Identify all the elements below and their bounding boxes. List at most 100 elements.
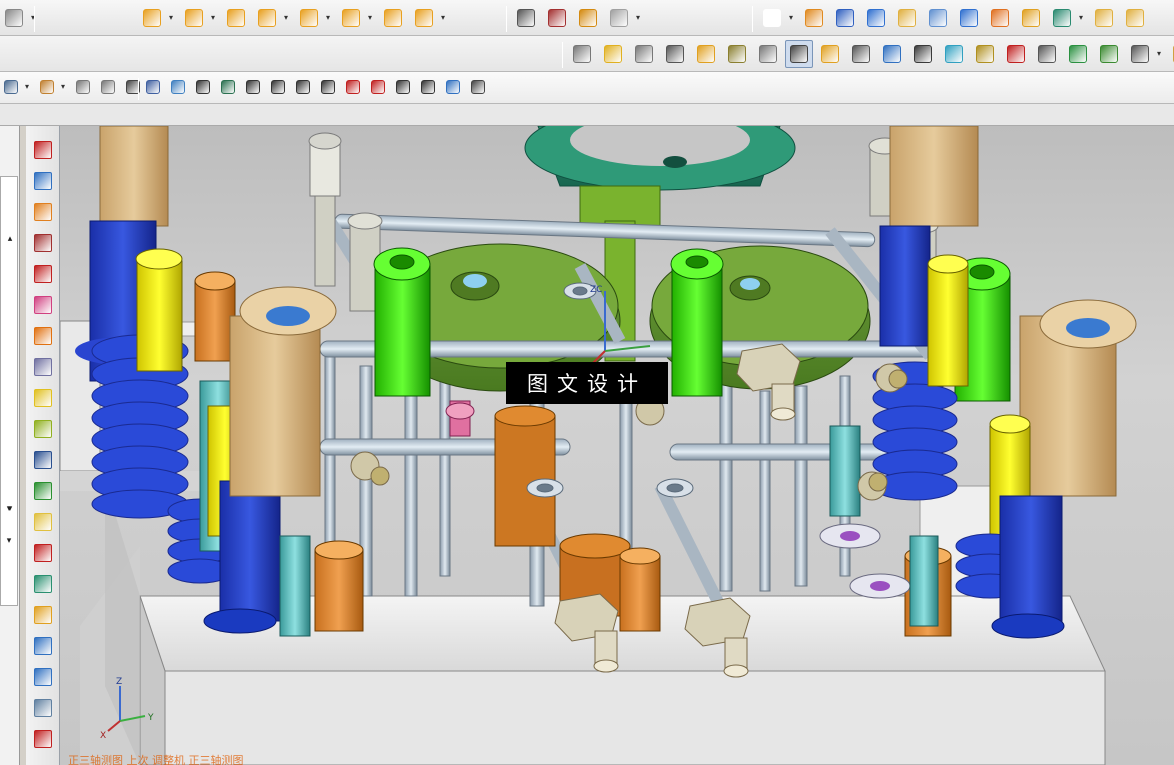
browser-button[interactable] — [31, 696, 55, 720]
plus-button[interactable] — [392, 76, 414, 98]
swap-button[interactable] — [31, 665, 55, 689]
revolve-button[interactable] — [831, 4, 859, 32]
surface-button[interactable] — [31, 293, 55, 317]
tools-button[interactable] — [785, 40, 813, 68]
chevron-down-icon[interactable]: ▾ — [326, 14, 334, 22]
select-mode-button[interactable] — [36, 76, 58, 98]
chevron-down-icon[interactable]: ▾ — [2, 534, 16, 548]
assembly-add-button[interactable] — [138, 4, 166, 32]
frame-button[interactable] — [1033, 40, 1061, 68]
assembly-x-button[interactable] — [222, 4, 250, 32]
crosshair-button[interactable] — [31, 727, 55, 751]
parts-button[interactable] — [31, 634, 55, 658]
curve-button[interactable] — [31, 417, 55, 441]
assembly-check-button[interactable] — [410, 4, 438, 32]
blend-button[interactable] — [924, 4, 952, 32]
grid-frame-button[interactable] — [630, 40, 658, 68]
intersect-button[interactable] — [317, 76, 339, 98]
pointer-button[interactable] — [97, 76, 119, 98]
assembly-move-button[interactable] — [337, 4, 365, 32]
arc-tool-button[interactable] — [292, 76, 314, 98]
chevron-down-icon[interactable]: ▾ — [61, 83, 69, 91]
chevron-down-icon[interactable]: ▾ — [31, 14, 39, 22]
mold-assembly-model[interactable]: ZC Z Y X — [60, 126, 1174, 765]
box-select-button[interactable] — [122, 76, 144, 98]
point-button[interactable] — [1048, 4, 1076, 32]
chevron-down-icon[interactable]: ▾ — [1079, 14, 1087, 22]
align-button[interactable] — [31, 200, 55, 224]
assembly-copy-button[interactable] — [253, 4, 281, 32]
mold-slot-button[interactable] — [754, 40, 782, 68]
point-set-button[interactable] — [574, 4, 602, 32]
cube-outline-button[interactable] — [692, 40, 720, 68]
selection-arrow-button[interactable] — [72, 76, 94, 98]
datum-button[interactable] — [1017, 4, 1045, 32]
line-tool-button[interactable] — [242, 76, 264, 98]
table-button[interactable] — [543, 4, 571, 32]
filter-button[interactable] — [0, 76, 22, 98]
axes-button[interactable] — [661, 40, 689, 68]
chevron-down-icon[interactable]: ▾ — [25, 83, 33, 91]
view-solid-button[interactable] — [142, 76, 164, 98]
pin-button[interactable] — [1126, 40, 1154, 68]
cavity-button[interactable] — [1064, 40, 1092, 68]
chevron-down-icon[interactable]: ▾ — [169, 14, 177, 22]
sketch-arrow-button[interactable] — [0, 4, 28, 32]
stack-button[interactable] — [816, 40, 844, 68]
slider-button[interactable] — [909, 40, 937, 68]
extrude-button[interactable] — [800, 4, 828, 32]
electrode-button[interactable] — [1002, 40, 1030, 68]
chevron-down-icon[interactable]: ▾ — [441, 14, 449, 22]
chevron-down-icon[interactable]: ▾ — [2, 502, 16, 516]
tag-button[interactable] — [442, 76, 464, 98]
cube-red-button[interactable] — [31, 138, 55, 162]
snap-end-button[interactable] — [192, 76, 214, 98]
assembly-move-side-button[interactable] — [31, 169, 55, 193]
chevron-down-icon[interactable]: ▾ — [789, 14, 797, 22]
cooling-button[interactable] — [940, 40, 968, 68]
grid-button[interactable] — [467, 76, 489, 98]
wedge-button[interactable] — [1090, 4, 1118, 32]
paint-button[interactable] — [599, 40, 627, 68]
gear-group-button[interactable] — [605, 4, 633, 32]
cube-solid-button[interactable] — [31, 262, 55, 286]
cube-yellow-button[interactable] — [31, 510, 55, 534]
hole-button[interactable] — [955, 4, 983, 32]
measure-button[interactable] — [31, 448, 55, 472]
diagonal-button[interactable] — [417, 76, 439, 98]
assembly-mirror-button[interactable] — [295, 4, 323, 32]
assembly-pattern-button[interactable] — [379, 4, 407, 32]
edge-button[interactable] — [1121, 4, 1149, 32]
chevron-down-icon[interactable]: ▾ — [636, 14, 644, 22]
check-box-button[interactable] — [31, 479, 55, 503]
chevron-down-icon[interactable]: ▾ — [284, 14, 292, 22]
bom-button[interactable] — [1095, 40, 1123, 68]
layer-button[interactable] — [31, 355, 55, 379]
snap-mid-button[interactable] — [217, 76, 239, 98]
chevron-up-icon[interactable]: ▴ — [3, 232, 17, 246]
section-button[interactable] — [723, 40, 751, 68]
insert-button[interactable] — [971, 40, 999, 68]
pen-button[interactable] — [1168, 40, 1174, 68]
circle-button[interactable] — [367, 76, 389, 98]
chevron-down-icon[interactable]: ▾ — [1157, 50, 1165, 58]
block-button[interactable] — [862, 4, 890, 32]
layers-button[interactable] — [31, 386, 55, 410]
rectangle-button[interactable] — [758, 4, 786, 32]
triangle-button[interactable] — [512, 4, 540, 32]
box-red-button[interactable] — [31, 231, 55, 255]
ejector-button[interactable] — [878, 40, 906, 68]
cut-button[interactable] — [31, 541, 55, 565]
chevron-down-icon[interactable]: ▾ — [211, 14, 219, 22]
view-shade-button[interactable] — [167, 76, 189, 98]
wedge-side-button[interactable] — [31, 603, 55, 627]
boolean-button[interactable] — [893, 4, 921, 32]
list-button[interactable] — [847, 40, 875, 68]
assembly-tri-button[interactable] — [180, 4, 208, 32]
center-button[interactable] — [342, 76, 364, 98]
draft-button[interactable] — [31, 572, 55, 596]
shell-button[interactable] — [31, 324, 55, 348]
pad-button[interactable] — [986, 4, 1014, 32]
line-tool-2-button[interactable] — [267, 76, 289, 98]
doc-properties-button[interactable] — [568, 40, 596, 68]
